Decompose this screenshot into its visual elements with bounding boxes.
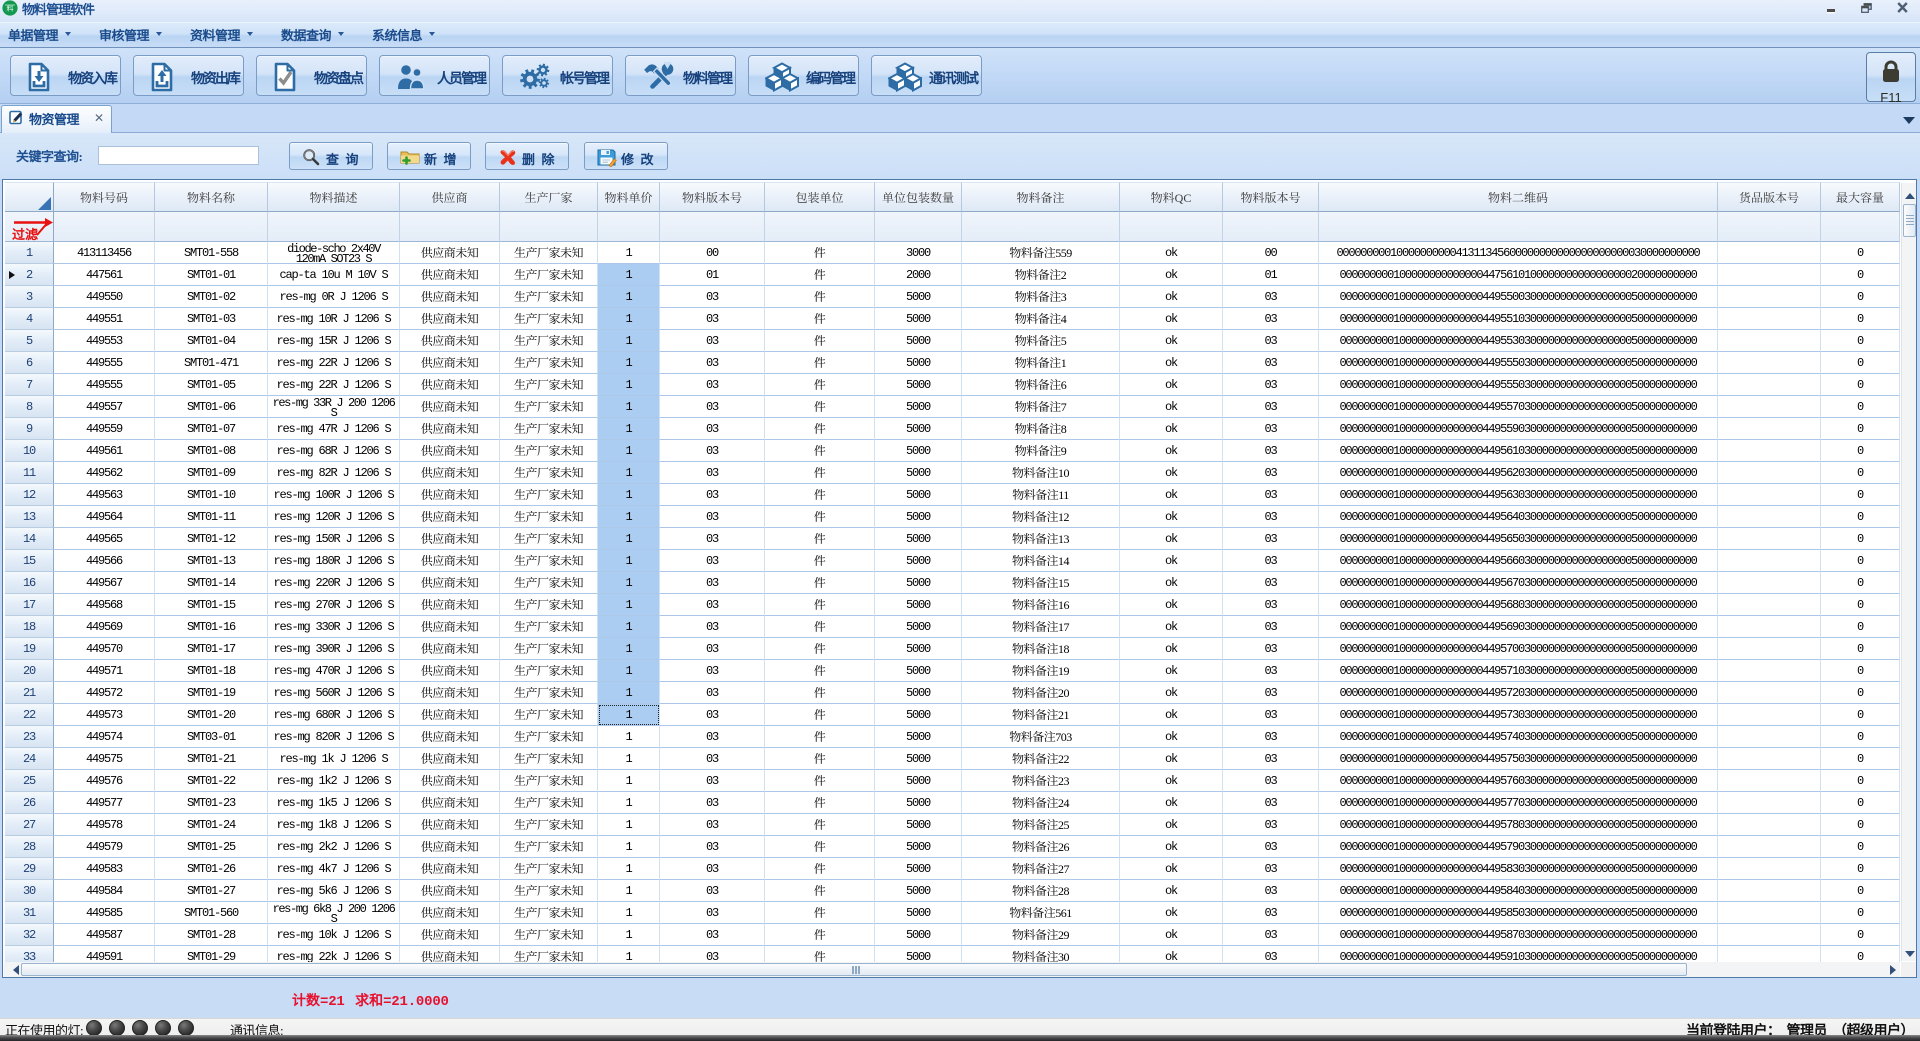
svg-text:料: 料 [7, 4, 14, 14]
svg-text:过滤: 过滤 [12, 224, 38, 241]
